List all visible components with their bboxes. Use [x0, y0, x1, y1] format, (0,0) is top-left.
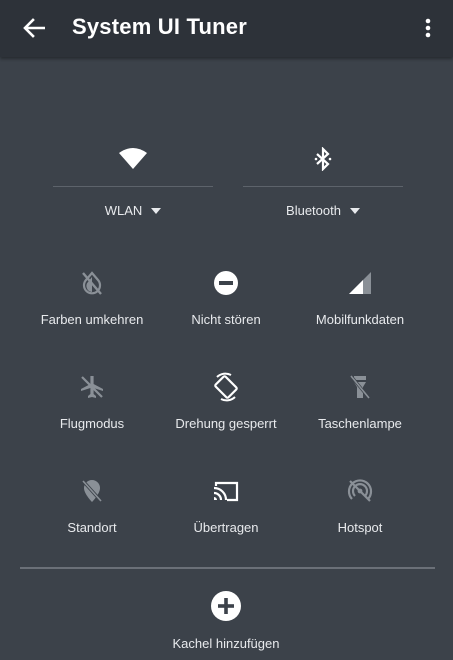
tile-standort[interactable]: Standort [22, 476, 162, 554]
invert-colors-off-icon [82, 271, 102, 295]
tile-nicht-stoeren[interactable]: Nicht stören [156, 268, 296, 346]
overflow-menu-button[interactable] [416, 14, 440, 42]
bluetooth-dropdown[interactable]: Bluetooth [243, 203, 403, 218]
tile-label: Übertragen [193, 520, 259, 535]
tile-label: Standort [67, 520, 117, 535]
tile-bluetooth[interactable]: Bluetooth [243, 140, 403, 230]
section-divider [20, 567, 435, 569]
arrow-back-icon [23, 18, 45, 38]
more-vert-icon [425, 18, 431, 38]
tile-label: Nicht stören [191, 312, 261, 327]
flashlight-off-icon [349, 375, 371, 399]
tile-label: WLAN [104, 203, 143, 218]
tile-label: Taschenlampe [318, 416, 402, 431]
tile-label: Bluetooth [286, 203, 341, 218]
tile-label: Farben umkehren [40, 312, 144, 327]
signal-cellular-icon [349, 272, 371, 294]
airplane-icon [81, 376, 103, 398]
back-button[interactable] [18, 14, 50, 42]
tile-label: Hotspot [337, 520, 383, 535]
tile-farben-umkehren[interactable]: Farben umkehren [22, 268, 162, 346]
do-not-disturb-icon [214, 271, 238, 295]
tile-wlan[interactable]: WLAN [53, 140, 213, 230]
add-tile-button[interactable]: Kachel hinzufügen [156, 590, 296, 656]
wlan-dropdown[interactable]: WLAN [53, 203, 213, 218]
tile-label: Mobilfunkdaten [315, 312, 405, 327]
tile-flugmodus[interactable]: Flugmodus [22, 372, 162, 450]
add-tile-label: Kachel hinzufügen [172, 636, 280, 651]
tile-drehung-gesperrt[interactable]: Drehung gesperrt [156, 372, 296, 450]
tile-taschenlampe[interactable]: Taschenlampe [290, 372, 430, 450]
chevron-down-icon [349, 207, 360, 214]
hotspot-off-icon [347, 479, 373, 502]
tile-label: Flugmodus [59, 416, 125, 431]
location-off-icon [81, 479, 103, 503]
tile-uebertragen[interactable]: Übertragen [156, 476, 296, 554]
tile-mobilfunkdaten[interactable]: Mobilfunkdaten [290, 268, 430, 346]
cast-icon [213, 481, 239, 502]
tile-hotspot[interactable]: Hotspot [290, 476, 430, 554]
tile-divider [243, 186, 403, 187]
tile-divider [53, 186, 213, 187]
page-title: System UI Tuner [72, 14, 247, 39]
tile-label: Drehung gesperrt [175, 416, 277, 431]
app-bar: System UI Tuner [0, 0, 453, 57]
wifi-icon [119, 148, 147, 169]
add-circle-icon [211, 591, 241, 621]
chevron-down-icon [151, 207, 162, 214]
bluetooth-icon [314, 147, 332, 171]
screen-rotation-icon [214, 372, 238, 402]
